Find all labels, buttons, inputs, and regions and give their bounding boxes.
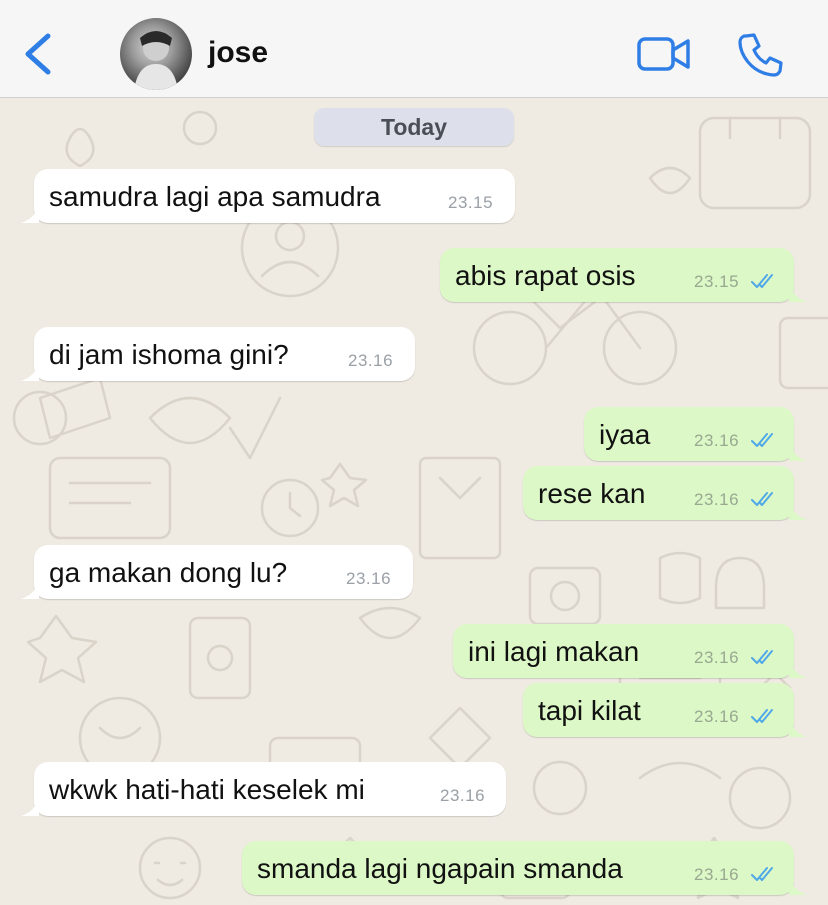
message-bubble-outgoing[interactable]: iyaa 23.16 bbox=[584, 407, 807, 461]
bubble-tail bbox=[789, 879, 807, 895]
phone-icon bbox=[738, 33, 783, 77]
message-bubble-incoming[interactable]: wkwk hati-hati keselek mi 23.16 bbox=[21, 762, 506, 816]
message-text: samudra lagi apa samudra bbox=[49, 181, 381, 212]
chevron-left-icon bbox=[25, 33, 51, 75]
bubble-tail bbox=[789, 504, 807, 520]
read-receipt-icon bbox=[751, 492, 773, 506]
bubble-tail bbox=[21, 583, 39, 599]
read-receipt-icon bbox=[751, 433, 773, 447]
message-bubble-incoming[interactable]: ga makan dong lu? 23.16 bbox=[21, 545, 413, 599]
message-time: 23.16 bbox=[694, 490, 740, 509]
bubble-tail bbox=[789, 662, 807, 678]
read-receipt-icon bbox=[751, 650, 773, 664]
bubble-tail bbox=[21, 207, 39, 223]
video-camera-icon bbox=[637, 37, 690, 71]
message-text: ga makan dong lu? bbox=[49, 557, 288, 588]
message-text: iyaa bbox=[599, 419, 651, 450]
read-receipt-icon bbox=[751, 867, 773, 881]
message-time: 23.16 bbox=[440, 786, 486, 805]
message-text: di jam ishoma gini? bbox=[49, 339, 289, 370]
bubble-tail bbox=[21, 800, 39, 816]
voice-call-button[interactable] bbox=[736, 30, 784, 78]
message-time: 23.16 bbox=[346, 569, 392, 588]
message-bubble-incoming[interactable]: di jam ishoma gini? 23.16 bbox=[21, 327, 415, 381]
chat-header: jose bbox=[0, 0, 828, 98]
bubble-tail bbox=[789, 286, 807, 302]
message-text: smanda lagi ngapain smanda bbox=[257, 853, 623, 884]
message-bubble-outgoing[interactable]: ini lagi makan 23.16 bbox=[453, 624, 807, 678]
read-receipt-icon bbox=[751, 709, 773, 723]
message-text: abis rapat osis bbox=[455, 260, 636, 291]
message-time: 23.16 bbox=[694, 431, 740, 450]
bubble-tail bbox=[789, 721, 807, 737]
message-bubble-outgoing[interactable]: tapi kilat 23.16 bbox=[523, 683, 807, 737]
bubble-tail bbox=[21, 365, 39, 381]
message-time: 23.16 bbox=[694, 865, 740, 884]
message-text: wkwk hati-hati keselek mi bbox=[49, 774, 365, 805]
message-text: ini lagi makan bbox=[468, 636, 640, 667]
bubble-tail bbox=[789, 445, 807, 461]
message-bubble-outgoing[interactable]: abis rapat osis 23.15 bbox=[440, 248, 807, 302]
date-separator: Today bbox=[314, 108, 514, 146]
avatar-photo bbox=[134, 31, 178, 90]
message-text: tapi kilat bbox=[538, 695, 641, 726]
message-text: rese kan bbox=[538, 478, 646, 509]
read-receipt-icon bbox=[751, 274, 773, 288]
video-call-button[interactable] bbox=[636, 34, 692, 74]
contact-avatar[interactable] bbox=[120, 18, 192, 90]
contact-name[interactable]: jose bbox=[208, 36, 268, 70]
message-time: 23.16 bbox=[694, 707, 740, 726]
message-bubble-outgoing[interactable]: smanda lagi ngapain smanda 23.16 bbox=[242, 841, 807, 895]
message-time: 23.16 bbox=[694, 648, 740, 667]
message-bubble-outgoing[interactable]: rese kan 23.16 bbox=[523, 466, 807, 520]
message-bubble-incoming[interactable]: samudra lagi apa samudra 23.15 bbox=[21, 169, 515, 223]
message-time: 23.16 bbox=[348, 351, 394, 370]
message-time: 23.15 bbox=[694, 272, 740, 291]
back-button[interactable] bbox=[18, 28, 58, 80]
message-time: 23.15 bbox=[448, 193, 494, 212]
